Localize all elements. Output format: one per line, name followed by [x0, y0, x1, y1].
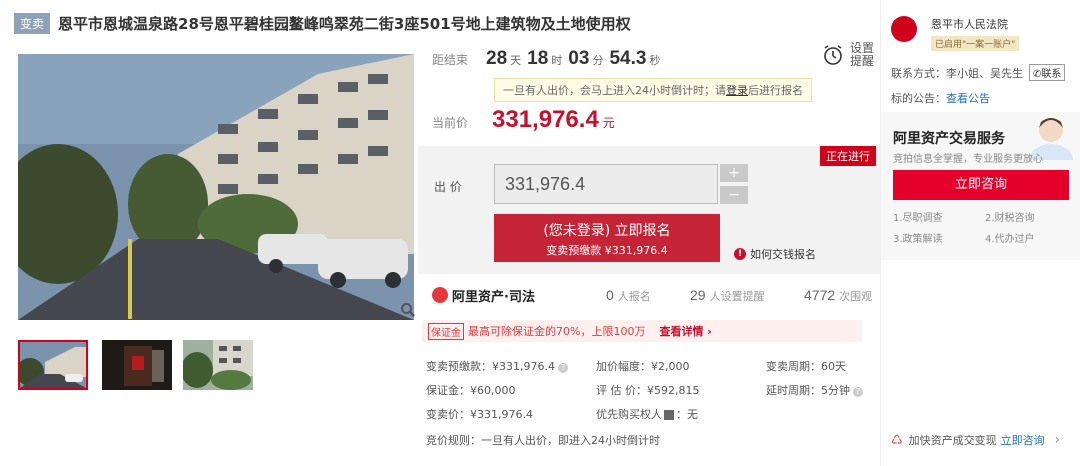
price-unit: 元	[602, 116, 615, 130]
detail-period: 变卖周期：60天	[766, 360, 846, 373]
help-icon[interactable]: ?	[853, 387, 863, 397]
remind-label: 设置提醒	[850, 41, 875, 68]
contact-button-label: 联系	[1041, 69, 1062, 80]
bid-label: 出 价	[434, 180, 462, 194]
ali-logo-icon	[432, 287, 448, 303]
service-subtitle: 竞拍信息全掌握，专业服务更放心	[893, 154, 1043, 165]
ali-judicial-brand: 阿里资产·司法	[432, 286, 535, 305]
speed-up-icon: ♺	[891, 432, 903, 448]
reminder-count-label: 人设置提醒	[709, 289, 765, 303]
reminder-count-value: 29	[690, 286, 706, 303]
court-emblem-icon	[891, 16, 917, 42]
announcement-label: 标的公告：	[891, 92, 946, 105]
auction-info: 距结束 28 天 18 时 03 分 54.3 秒 设置提醒 一旦有人出价，会马上进入2…	[418, 38, 880, 466]
priority-label: 优先购买权人	[596, 408, 662, 421]
current-price: 331,976.4	[492, 106, 599, 133]
detail-delay-text: 延时周期：5分钟	[766, 384, 850, 397]
thumbnail-door[interactable]	[102, 340, 172, 390]
speed-up-text: 加快资产成交变现	[908, 434, 997, 447]
view-count-value: 4772	[804, 286, 836, 303]
detail-sale-price: 变卖价：¥331,976.4	[426, 408, 533, 421]
promo-text: 最高可除保证金的70%，上限100万	[468, 325, 646, 338]
view-count: 4772 次围观	[804, 287, 872, 304]
detail-delay: 延时周期：5分钟?	[766, 382, 863, 398]
detail-priority: 优先购买权人 ：无	[596, 406, 698, 422]
sale-type-tag: 变卖	[14, 12, 51, 34]
view-count-label: 次围观	[839, 289, 873, 303]
countdown-minutes: 03	[568, 48, 590, 69]
court-badge: 已启用"一案一账户"	[931, 36, 1020, 51]
detail-prepay: 变卖预缴款：¥331,976.4?	[426, 358, 568, 374]
thumbnail-exterior[interactable]	[18, 340, 88, 390]
countdown: 距结束 28 天 18 时 03 分 54.3 秒	[432, 48, 666, 70]
thumbnail-garden[interactable]	[183, 340, 253, 390]
announcement-row: 标的公告：查看公告	[891, 90, 990, 106]
detail-prepay-text: 变卖预缴款：¥331,976.4	[426, 360, 555, 373]
announcement-link[interactable]: 查看公告	[946, 92, 990, 105]
alarm-clock-icon	[824, 45, 842, 65]
bid-amount-input[interactable]: 331,976.4	[494, 164, 718, 204]
status-badge: 正在进行	[820, 146, 876, 166]
page-title: 恩平市恩城温泉路28号恩平碧桂园鳌峰鸣翠苑二街3座501号地上建筑物及土地使用权	[58, 14, 631, 33]
notice-text-before: 一旦有人出价，会马上进入24小时倒计时；请	[503, 84, 726, 97]
title-bar: 变卖 恩平市恩城温泉路28号恩平碧桂园鳌峰鸣翠苑二街3座501号地上建筑物及土地…	[14, 8, 631, 38]
service-item[interactable]: 3.政策解读	[893, 230, 943, 245]
decrease-bid-button[interactable]: −	[720, 186, 748, 204]
consult-button[interactable]: 立即咨询	[893, 170, 1069, 200]
current-price-label: 当前价	[432, 116, 469, 130]
signup-count: 0 人报名	[606, 287, 651, 304]
priority-value: ：无	[676, 408, 698, 421]
info-icon: !	[734, 248, 746, 260]
stats-bar: 阿里资产·司法 0 人报名 29 人设置提醒 4772 次围观	[418, 280, 880, 310]
priority-icon	[664, 410, 674, 420]
service-item[interactable]: 1.尽职调查	[893, 209, 943, 224]
contact-text: 联系方式：李小姐、吴先生	[891, 66, 1023, 80]
deposit-promo: 保证金 最高可除保证金的70%，上限100万 查看详情 ›	[422, 320, 862, 342]
how-to-pay-label: 如何交钱报名	[750, 248, 816, 261]
bid-panel: 正在进行 出 价 331,976.4 + − (您未登录) 立即报名 变卖预缴款…	[418, 146, 880, 274]
detail-deposit: 保证金：¥60,000	[426, 384, 516, 397]
days-unit: 天	[510, 55, 522, 67]
notice-text-after: 后进行报名	[748, 84, 803, 97]
service-item[interactable]: 2.财税咨询	[985, 209, 1035, 224]
promo-tag: 保证金	[428, 322, 464, 340]
signup-prepay: 变卖预缴款 ¥331,976.4	[546, 244, 668, 257]
zoom-icon[interactable]	[400, 302, 416, 318]
service-item[interactable]: 4.代办过户	[985, 230, 1035, 245]
detail-appraisal: 评 估 价：¥592,815	[596, 384, 700, 397]
notice-login-link[interactable]: 登录	[726, 84, 748, 97]
countdown-seconds: 54.3	[609, 48, 647, 69]
help-icon[interactable]: ?	[557, 363, 568, 373]
signup-button-label: (您未登录) 立即报名	[543, 223, 671, 239]
speed-up-link[interactable]: 立即咨询	[1001, 432, 1045, 448]
current-price-row: 当前价 331,976.4 元	[432, 106, 615, 134]
reminder-count: 29 人设置提醒	[690, 287, 765, 304]
increase-bid-button[interactable]: +	[720, 164, 748, 182]
court-name[interactable]: 恩平市人民法院	[931, 16, 1008, 32]
right-panel: 恩平市人民法院 已启用"一案一账户" 联系方式：李小姐、吴先生 ✆联系 标的公告…	[880, 0, 1080, 466]
signup-button[interactable]: (您未登录) 立即报名 变卖预缴款 ¥331,976.4	[494, 214, 720, 262]
minutes-unit: 分	[592, 55, 604, 67]
service-title: 阿里资产交易服务	[893, 131, 1005, 147]
countdown-hours: 18	[527, 48, 549, 69]
countdown-notice: 一旦有人出价，会马上进入24小时倒计时；请登录后进行报名	[494, 78, 812, 102]
signup-count-value: 0	[606, 286, 614, 303]
countdown-days: 28	[486, 48, 508, 69]
remind-button[interactable]: 设置提醒	[822, 42, 874, 68]
detail-increment: 加价幅度：¥2,000	[596, 360, 690, 373]
detail-rule: 竞价规则：一旦有人出价，即进入24小时倒计时	[426, 434, 660, 447]
promo-details-link[interactable]: 查看详情 ›	[659, 323, 711, 339]
hours-unit: 时	[551, 55, 563, 67]
service-box: 阿里资产交易服务 竞拍信息全掌握，专业服务更放心 立即咨询 1.尽职调查 2.财…	[881, 112, 1080, 260]
signup-count-label: 人报名	[617, 289, 651, 303]
chevron-right-icon: ›	[1054, 432, 1061, 448]
main-photo[interactable]	[18, 54, 414, 320]
contact-button[interactable]: ✆联系	[1029, 64, 1066, 81]
contact-row: 联系方式：李小姐、吴先生 ✆联系	[891, 64, 1066, 81]
countdown-label: 距结束	[432, 53, 469, 67]
brand-name: 阿里资产·司法	[452, 289, 535, 305]
speed-up-bar[interactable]: ♺ 加快资产成交变现 立即咨询 ›	[891, 432, 1060, 448]
how-to-pay-link[interactable]: ! 如何交钱报名	[734, 246, 816, 262]
seconds-unit: 秒	[649, 55, 661, 67]
